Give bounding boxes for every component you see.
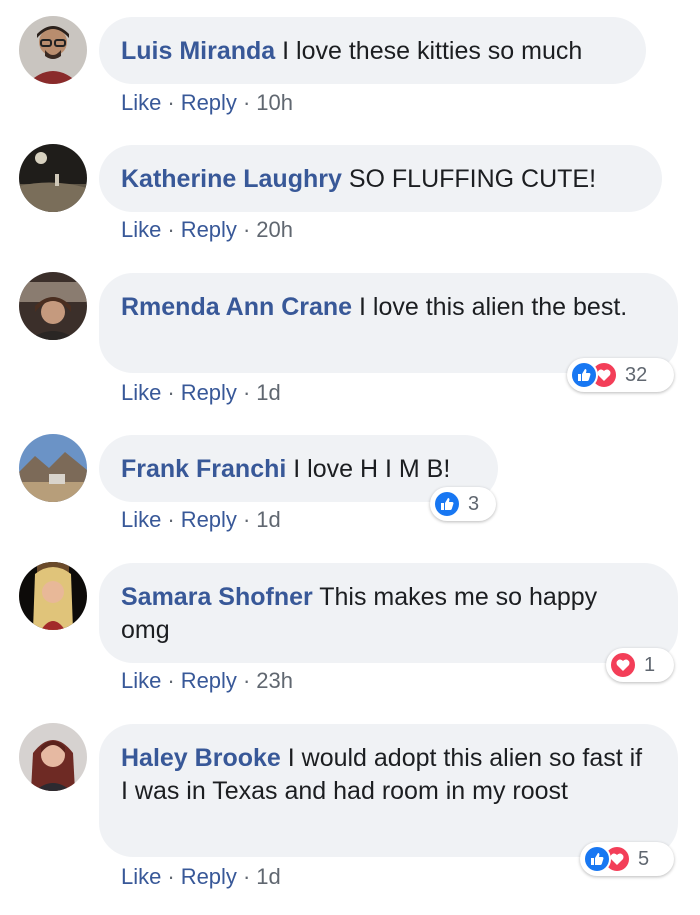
- avatar[interactable]: [19, 272, 87, 340]
- reply-link[interactable]: Reply: [181, 864, 237, 889]
- like-link[interactable]: Like: [121, 217, 161, 242]
- separator: ·: [242, 507, 251, 532]
- reply-link[interactable]: Reply: [181, 507, 237, 532]
- comment-bubble: Katherine Laughry SO FLUFFING CUTE!: [99, 145, 662, 212]
- avatar[interactable]: [19, 723, 87, 791]
- comment-bubble: Luis Miranda I love these kitties so muc…: [99, 17, 646, 84]
- separator: ·: [242, 668, 251, 693]
- comment-text: SO FLUFFING CUTE!: [348, 165, 597, 193]
- author-name[interactable]: Frank Franchi: [121, 455, 286, 483]
- love-icon: [609, 651, 637, 679]
- comment-actions: Like · Reply · 23h: [121, 668, 293, 694]
- reply-link[interactable]: Reply: [181, 668, 237, 693]
- comment-actions: Like · Reply · 1d: [121, 507, 281, 533]
- reactions-summary[interactable]: 3: [430, 487, 496, 521]
- reply-link[interactable]: Reply: [181, 90, 237, 115]
- like-icon: [433, 490, 461, 518]
- like-link[interactable]: Like: [121, 507, 161, 532]
- reaction-count: 3: [468, 492, 480, 515]
- comment-text: I love H I M B!: [293, 455, 451, 483]
- separator: ·: [242, 90, 251, 115]
- reaction-count: 1: [644, 653, 656, 676]
- comment-text: I love these kitties so much: [282, 37, 583, 65]
- reactions-summary[interactable]: 1: [606, 648, 674, 682]
- reaction-count: 32: [625, 363, 648, 386]
- comment-actions: Like · Reply · 1d: [121, 380, 281, 406]
- like-link[interactable]: Like: [121, 864, 161, 889]
- comment-bubble: Samara Shofner This makes me so happy om…: [99, 563, 678, 663]
- reply-link[interactable]: Reply: [181, 217, 237, 242]
- comment-timestamp[interactable]: 1d: [256, 380, 280, 405]
- like-link[interactable]: Like: [121, 90, 161, 115]
- separator: ·: [167, 90, 175, 115]
- comment-timestamp[interactable]: 1d: [256, 507, 280, 532]
- comment-actions: Like · Reply · 20h: [121, 217, 293, 243]
- reactions-summary[interactable]: 32: [567, 358, 674, 392]
- separator: ·: [167, 668, 175, 693]
- avatar[interactable]: [19, 434, 87, 502]
- author-name[interactable]: Katherine Laughry: [121, 165, 342, 193]
- separator: ·: [242, 217, 251, 242]
- like-icon: [583, 845, 611, 873]
- author-name[interactable]: Haley Brooke: [121, 744, 281, 772]
- avatar[interactable]: [19, 144, 87, 212]
- comment-actions: Like · Reply · 10h: [121, 90, 293, 116]
- separator: ·: [242, 864, 251, 889]
- like-icon: [570, 361, 598, 389]
- comment-timestamp[interactable]: 23h: [256, 668, 293, 693]
- comment-text: I love this alien the best.: [359, 293, 628, 321]
- reactions-summary[interactable]: 5: [580, 842, 674, 876]
- reaction-count: 5: [638, 847, 650, 870]
- avatar[interactable]: [19, 562, 87, 630]
- author-name[interactable]: Rmenda Ann Crane: [121, 293, 352, 321]
- comment-actions: Like · Reply · 1d: [121, 864, 281, 890]
- comment-timestamp[interactable]: 20h: [256, 217, 293, 242]
- reply-link[interactable]: Reply: [181, 380, 237, 405]
- author-name[interactable]: Samara Shofner: [121, 583, 313, 611]
- comment-timestamp[interactable]: 10h: [256, 90, 293, 115]
- separator: ·: [167, 864, 175, 889]
- separator: ·: [167, 507, 175, 532]
- separator: ·: [167, 217, 175, 242]
- comment-timestamp[interactable]: 1d: [256, 864, 280, 889]
- author-name[interactable]: Luis Miranda: [121, 37, 275, 65]
- separator: ·: [167, 380, 175, 405]
- avatar[interactable]: [19, 16, 87, 84]
- separator: ·: [242, 380, 251, 405]
- comment-bubble: Haley Brooke I would adopt this alien so…: [99, 724, 678, 857]
- like-link[interactable]: Like: [121, 668, 161, 693]
- like-link[interactable]: Like: [121, 380, 161, 405]
